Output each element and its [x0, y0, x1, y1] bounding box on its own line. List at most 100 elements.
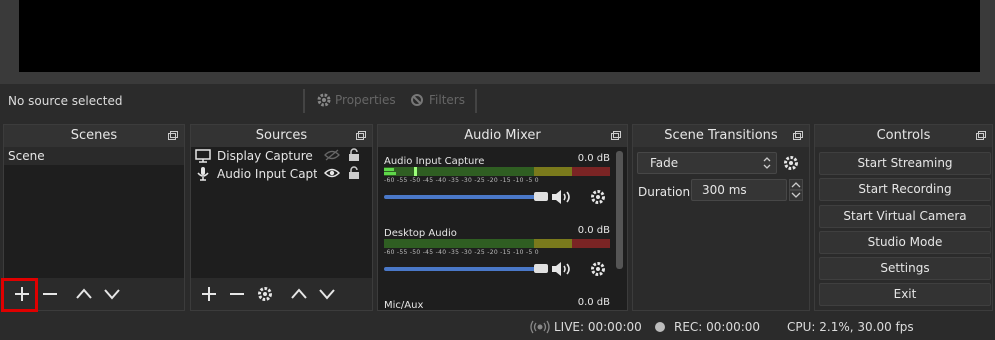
meter-scale: -60 -55 -50 -45 -40 -35 -30 -25 -20 -15 … — [384, 177, 539, 184]
add-source-plus-icon[interactable] — [199, 284, 219, 304]
preview-frame — [0, 0, 995, 84]
filters-button[interactable]: Filters — [410, 92, 465, 108]
mixer-channel: Desktop Audio 0.0 dB -60 -55 -50 -45 -40… — [384, 225, 610, 276]
level-meter — [384, 239, 610, 248]
transition-select-value: Fade — [650, 156, 679, 170]
controls-body: Start Streaming Start Recording Start Vi… — [815, 147, 992, 310]
cpu-status: CPU: 2.1%, 30.00 fps — [787, 320, 914, 334]
start-virtual-camera-button[interactable]: Start Virtual Camera — [819, 205, 991, 228]
sources-footer — [191, 278, 372, 310]
mixer-channel: Mic/Aux 0.0 dB — [384, 297, 610, 311]
exit-button[interactable]: Exit — [819, 283, 991, 306]
audio-mixer-title: Audio Mixer — [464, 128, 541, 143]
no-source-label: No source selected — [8, 94, 123, 108]
gear-icon[interactable] — [589, 188, 607, 206]
undock-icon[interactable] — [976, 131, 986, 140]
undock-icon[interactable] — [168, 131, 178, 140]
undock-icon[interactable] — [356, 131, 366, 140]
channel-db: 0.0 dB — [577, 153, 610, 164]
duration-spinner[interactable] — [789, 179, 803, 201]
source-label: Audio Input Captu — [217, 167, 317, 181]
status-bar: LIVE: 00:00:00 REC: 00:00:00 CPU: 2.1%, … — [0, 314, 995, 340]
scenes-list[interactable]: Scene — [4, 147, 184, 278]
volume-slider-handle[interactable] — [534, 264, 548, 273]
start-recording-button[interactable]: Start Recording — [819, 178, 991, 201]
audio-mixer-dock-title: Audio Mixer — [378, 125, 627, 147]
scene-transitions-dock-title: Scene Transitions — [633, 125, 809, 147]
record-dot-icon — [654, 321, 666, 333]
list-item[interactable]: Scene — [4, 147, 184, 165]
sources-dock-title: Sources — [191, 125, 372, 147]
channel-name: Audio Input Capture — [384, 156, 485, 167]
scenes-dock-title: Scenes — [4, 125, 184, 147]
duration-input[interactable]: 300 ms — [691, 179, 787, 201]
undock-icon[interactable] — [793, 131, 803, 140]
move-down-chevron-icon[interactable] — [102, 284, 122, 304]
controls-dock-title: Controls — [815, 125, 992, 147]
speaker-icon[interactable] — [550, 259, 576, 279]
highlight-box — [1, 278, 38, 312]
live-status: LIVE: 00:00:00 — [530, 320, 642, 334]
channel-name: Mic/Aux — [384, 300, 424, 311]
list-item[interactable]: Audio Input Captu — [191, 165, 372, 183]
cpu-fps: CPU: 2.1%, 30.00 fps — [787, 320, 914, 334]
lock-icon[interactable] — [348, 166, 360, 180]
channel-db: 0.0 dB — [577, 225, 610, 236]
transition-gear-icon[interactable] — [782, 154, 800, 172]
eye-icon[interactable] — [324, 167, 340, 179]
remove-source-minus-icon[interactable] — [227, 284, 247, 304]
gear-icon — [316, 92, 332, 108]
mixer-body: Audio Input Capture 0.0 dB -60 -55 -50 -… — [378, 147, 627, 311]
transition-select[interactable]: Fade — [637, 152, 777, 174]
sources-dock: Sources Display Capture Audio Input Capt… — [190, 124, 373, 311]
duration-label: Duration — [638, 185, 691, 199]
sources-list[interactable]: Display Capture Audio Input Captu — [191, 147, 372, 278]
broadcast-icon — [530, 320, 550, 334]
live-time: LIVE: 00:00:00 — [554, 320, 642, 334]
chevron-updown-icon — [762, 156, 772, 170]
rec-status: REC: 00:00:00 — [654, 320, 760, 334]
source-properties-gear-icon[interactable] — [255, 284, 275, 304]
move-down-chevron-icon[interactable] — [317, 284, 337, 304]
gear-icon[interactable] — [589, 260, 607, 278]
level-meter — [384, 167, 610, 176]
transitions-body: Fade Duration 300 ms — [633, 147, 809, 310]
toolbar-separator — [303, 89, 305, 113]
duration-value: 300 ms — [702, 183, 747, 197]
scene-transitions-dock: Scene Transitions Fade Duration 300 ms — [632, 124, 810, 311]
remove-scene-minus-icon[interactable] — [40, 284, 60, 304]
microphone-icon — [195, 167, 211, 181]
lock-icon[interactable] — [348, 148, 360, 162]
eye-hidden-icon[interactable] — [324, 149, 340, 161]
source-toolbar: No source selected Properties Filters — [0, 84, 995, 118]
audio-mixer-dock: Audio Mixer Audio Input Capture 0.0 dB -… — [377, 124, 628, 311]
scene-transitions-title: Scene Transitions — [664, 128, 778, 143]
channel-name: Desktop Audio — [384, 228, 457, 239]
filters-label: Filters — [429, 93, 465, 107]
start-streaming-button[interactable]: Start Streaming — [819, 152, 991, 175]
channel-db: 0.0 dB — [577, 297, 610, 308]
volume-slider-handle[interactable] — [534, 192, 548, 201]
undock-icon[interactable] — [611, 131, 621, 140]
controls-dock: Controls Start Streaming Start Recording… — [814, 124, 993, 311]
studio-mode-button[interactable]: Studio Mode — [819, 231, 991, 254]
move-up-chevron-icon[interactable] — [289, 284, 309, 304]
meter-scale: -60 -55 -50 -45 -40 -35 -30 -25 -20 -15 … — [384, 249, 539, 256]
volume-slider[interactable] — [384, 192, 548, 201]
move-up-chevron-icon[interactable] — [74, 284, 94, 304]
filters-icon — [410, 92, 426, 108]
program-preview[interactable] — [19, 0, 980, 72]
properties-label: Properties — [335, 93, 396, 107]
monitor-icon — [195, 149, 211, 163]
list-item[interactable]: Display Capture — [191, 147, 372, 165]
toolbar-separator — [475, 89, 477, 113]
volume-slider[interactable] — [384, 264, 548, 273]
mixer-channel: Audio Input Capture 0.0 dB -60 -55 -50 -… — [384, 153, 610, 204]
mixer-scrollbar[interactable] — [616, 151, 623, 269]
properties-button[interactable]: Properties — [316, 92, 396, 108]
rec-time: REC: 00:00:00 — [674, 320, 761, 334]
speaker-icon[interactable] — [550, 187, 576, 207]
settings-button[interactable]: Settings — [819, 257, 991, 280]
scenes-title: Scenes — [70, 128, 118, 143]
source-label: Display Capture — [217, 149, 313, 163]
